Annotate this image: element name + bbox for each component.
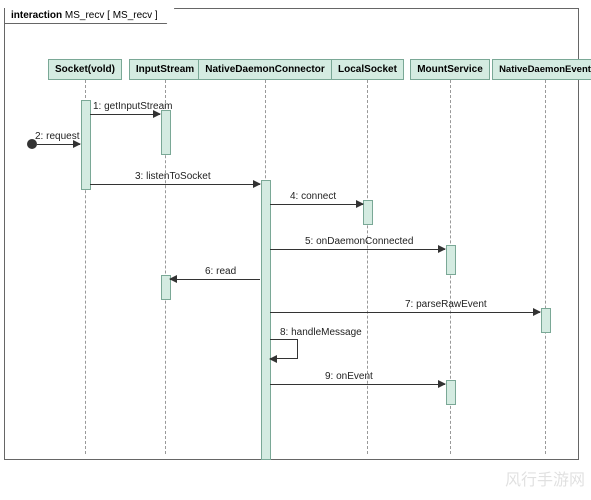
lifeline-localsocket: LocalSocket (330, 59, 405, 454)
lifeline-line-mountservice (450, 80, 451, 454)
lifeline-line-event (545, 80, 546, 454)
message-3 (90, 184, 260, 185)
arrow-icon (533, 308, 541, 316)
arrow-icon (253, 180, 261, 188)
activation-mountservice-1 (446, 245, 456, 275)
activation-localsocket (363, 200, 373, 225)
lifelines-area: Socket(vold) InputStream NativeDaemonCon… (5, 59, 578, 454)
arrow-icon (356, 200, 364, 208)
message-label-3: 3: listenToSocket (135, 171, 211, 182)
message-label-6: 6: read (205, 266, 236, 277)
message-label-1: 1: getInputStream (93, 101, 173, 112)
message-label-9: 9: onEvent (325, 371, 373, 382)
message-4 (270, 204, 363, 205)
message-label-2: 2: request (35, 131, 79, 142)
lifeline-head-localsocket: LocalSocket (331, 59, 404, 80)
activation-event (541, 308, 551, 333)
frame-title-tab: interaction MS_recv [ MS_recv ] (4, 8, 175, 24)
frame-keyword: interaction (11, 10, 62, 21)
message-8 (270, 339, 298, 359)
lifeline-line-localsocket (367, 80, 368, 454)
message-label-4: 4: connect (290, 191, 336, 202)
lifeline-connector: NativeDaemonConnector (205, 59, 325, 454)
lifeline-line-socket (85, 80, 86, 454)
lifeline-line-connector (265, 80, 266, 454)
message-label-5: 5: onDaemonConnected (305, 236, 413, 247)
lifeline-head-socket: Socket(vold) (48, 59, 122, 80)
message-label-8: 8: handleMessage (280, 327, 362, 338)
lifeline-inputstream: InputStream (130, 59, 200, 454)
message-6 (170, 279, 260, 280)
lifeline-socket: Socket(vold) (45, 59, 125, 454)
activation-inputstream-1 (161, 110, 171, 155)
message-label-7: 7: parseRawEvent (405, 299, 487, 310)
lifeline-mountservice: MountService (410, 59, 490, 454)
lifeline-head-connector: NativeDaemonConnector (198, 59, 331, 80)
message-5 (270, 249, 445, 250)
lifeline-head-inputstream: InputStream (129, 59, 201, 80)
message-1 (90, 114, 160, 115)
arrow-icon (169, 275, 177, 283)
message-2 (37, 144, 80, 145)
arrow-icon (269, 355, 277, 363)
arrow-icon (438, 245, 446, 253)
lifeline-head-mountservice: MountService (410, 59, 490, 80)
lifeline-head-event: NativeDaemonEvent (492, 59, 591, 80)
lifeline-line-inputstream (165, 80, 166, 454)
arrow-icon (438, 380, 446, 388)
lifeline-event: NativeDaemonEvent (495, 59, 591, 454)
activation-socket (81, 100, 91, 190)
frame-name: MS_recv (65, 10, 104, 21)
sequence-diagram-frame: interaction MS_recv [ MS_recv ] Socket(v… (4, 8, 579, 460)
message-9 (270, 384, 445, 385)
watermark-text: 风行手游网 (505, 466, 585, 490)
activation-connector (261, 180, 271, 460)
message-7 (270, 312, 540, 313)
activation-mountservice-2 (446, 380, 456, 405)
frame-params: [ MS_recv ] (107, 10, 158, 21)
